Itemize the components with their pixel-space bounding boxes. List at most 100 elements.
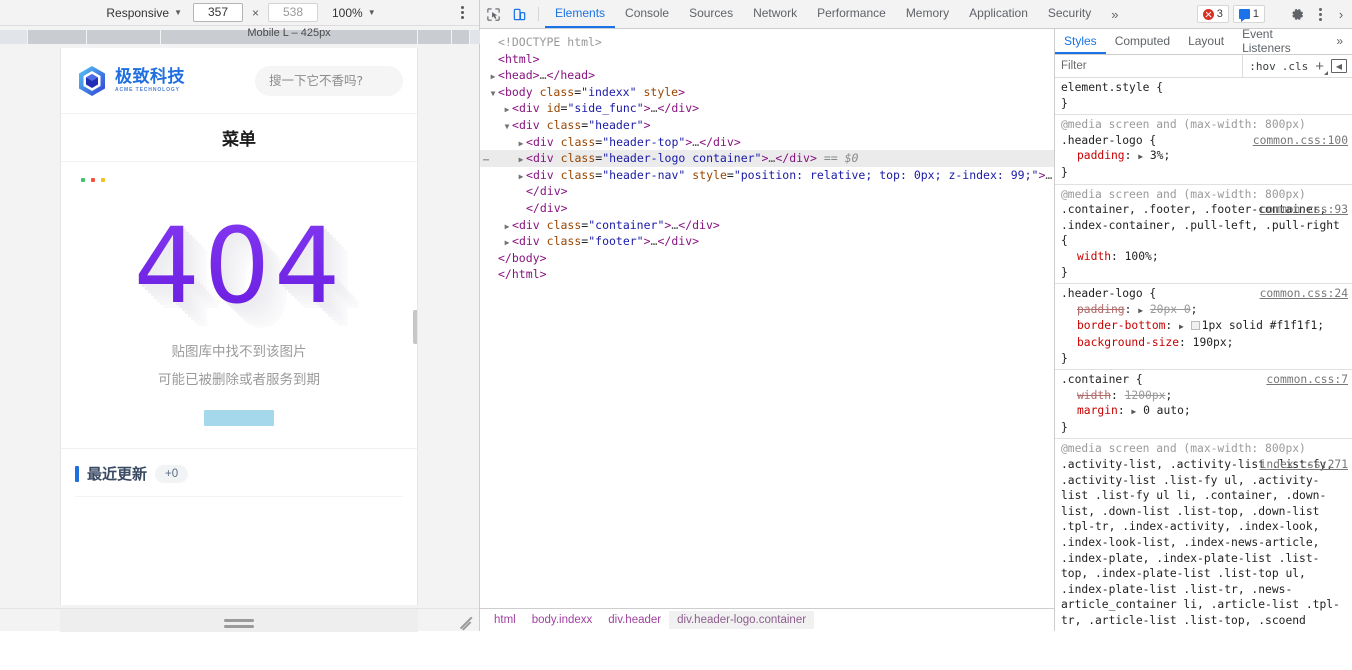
media-query-active-label[interactable]: Mobile L – 425px (161, 26, 417, 40)
css-rule[interactable]: @media screen and (max-width: 800px).act… (1055, 439, 1352, 631)
media-query-bar[interactable] (87, 30, 160, 44)
breadcrumb-item[interactable]: html (486, 611, 524, 629)
css-property[interactable]: padding (1077, 149, 1125, 162)
css-property[interactable]: width (1077, 250, 1111, 263)
dom-node[interactable]: ▶<div class="container">…</div> (480, 217, 1054, 234)
css-selector[interactable]: element.style { (1061, 81, 1163, 94)
more-tabs-button[interactable]: » (1101, 0, 1128, 28)
breadcrumb-item[interactable]: div.header-logo.container (669, 611, 814, 629)
dom-node[interactable]: ▶<div class="header-nav" style="position… (480, 167, 1054, 184)
styles-sidebar-tabs[interactable]: StylesComputedLayoutEvent Listeners» (1055, 29, 1352, 55)
dom-node[interactable]: </html> (480, 266, 1054, 283)
kebab-menu-icon[interactable] (1312, 8, 1328, 21)
toggle-pseudo-classes-button[interactable]: :hov (1249, 60, 1276, 73)
css-declaration[interactable]: width: 100%; (1055, 249, 1352, 265)
error-action-button[interactable] (204, 410, 274, 426)
css-rule[interactable]: @media screen and (max-width: 800px).hea… (1055, 115, 1352, 184)
viewport-height-input[interactable]: 538 (268, 3, 318, 22)
css-rule[interactable]: @media screen and (max-width: 800px).con… (1055, 185, 1352, 285)
css-declaration[interactable]: width: 1200px; (1055, 388, 1352, 404)
expand-shorthand-icon[interactable]: ▶ (1179, 322, 1184, 331)
dom-node[interactable]: </body> (480, 250, 1054, 267)
css-value[interactable]: 20px 0 (1150, 303, 1191, 316)
css-selector[interactable]: .activity-list, .activity-list .list-fy,… (1061, 458, 1340, 631)
media-query-bar[interactable] (418, 30, 451, 44)
styles-filter-input[interactable] (1055, 55, 1243, 77)
styles-tab-styles[interactable]: Styles (1055, 29, 1106, 54)
css-declaration[interactable]: background-size: 190px; (1055, 335, 1352, 351)
viewport-corner-resize-handle[interactable] (459, 613, 473, 627)
css-declaration[interactable]: margin: ▶ 0 auto; (1055, 403, 1352, 420)
device-preset-select[interactable]: Responsive ▼ (103, 5, 185, 21)
breadcrumb-item[interactable]: div.header (600, 611, 669, 629)
tab-console[interactable]: Console (615, 0, 679, 28)
css-rules-list[interactable]: element.style {}@media screen and (max-w… (1055, 78, 1352, 631)
css-value[interactable]: 0 auto (1143, 404, 1184, 417)
zoom-select[interactable]: 100% ▼ (332, 6, 376, 20)
expand-shorthand-icon[interactable]: ▶ (1131, 407, 1136, 416)
computed-sidebar-toggle-icon[interactable]: ◀ (1331, 59, 1347, 73)
tab-sources[interactable]: Sources (679, 0, 743, 28)
new-style-rule-button[interactable]: + (1314, 59, 1325, 74)
dom-node[interactable]: </div> (480, 183, 1054, 200)
dom-node[interactable]: <html> (480, 51, 1054, 68)
dom-node[interactable]: ▼<div class="header"> (480, 117, 1054, 134)
css-value[interactable]: 3% (1150, 149, 1164, 162)
css-origin-link[interactable]: common.css:93 (1260, 202, 1348, 218)
site-logo[interactable]: 极致科技 ACME TECHNOLOGY (75, 64, 185, 98)
emulated-page[interactable]: 极致科技 ACME TECHNOLOGY 菜单 4 (60, 48, 418, 605)
toggle-element-classes-button[interactable]: .cls (1282, 60, 1309, 73)
styles-more-tabs-button[interactable]: » (1327, 29, 1352, 54)
message-count-badge[interactable]: 1 (1233, 5, 1265, 23)
dom-tree[interactable]: <!DOCTYPE html><html>▶<head>…</head>▼<bo… (480, 29, 1054, 608)
color-swatch[interactable] (1191, 321, 1200, 330)
media-query-bar[interactable] (452, 30, 469, 44)
gear-icon[interactable] (1286, 7, 1308, 22)
device-toolbar-more-button[interactable] (455, 5, 469, 21)
css-rule[interactable]: .header-logo {common.css:24padding: ▶ 20… (1055, 284, 1352, 370)
css-rule[interactable]: element.style {} (1055, 78, 1352, 115)
dom-node[interactable]: ▶<div class="header-top">…</div> (480, 134, 1054, 151)
dom-node[interactable]: ▶<div class="footer">…</div> (480, 233, 1054, 250)
devtools-tabs[interactable]: ElementsConsoleSourcesNetworkPerformance… (545, 0, 1101, 28)
tab-network[interactable]: Network (743, 0, 807, 28)
site-search-box[interactable] (255, 66, 403, 96)
media-query-bar[interactable] (0, 30, 27, 44)
css-value[interactable]: 1px solid #f1f1f1 (1202, 319, 1318, 332)
css-origin-link[interactable]: common.css:100 (1253, 133, 1348, 149)
tab-application[interactable]: Application (959, 0, 1038, 28)
styles-tab-computed[interactable]: Computed (1106, 29, 1179, 54)
css-property[interactable]: padding (1077, 303, 1125, 316)
css-property[interactable]: border-bottom (1077, 319, 1165, 332)
breadcrumb-item[interactable]: body.indexx (524, 611, 601, 629)
breadcrumb[interactable]: htmlbody.indexxdiv.headerdiv.header-logo… (480, 608, 1054, 631)
css-value[interactable]: 100% (1125, 250, 1152, 263)
dom-node[interactable]: ▼<body class="indexx" style> (480, 84, 1054, 101)
expand-shorthand-icon[interactable]: ▶ (1138, 306, 1143, 315)
viewport-width-input[interactable]: 357 (193, 3, 243, 22)
styles-tab-event-listeners[interactable]: Event Listeners (1233, 29, 1327, 54)
tab-memory[interactable]: Memory (896, 0, 959, 28)
dom-node-selected[interactable]: ⋯▶<div class="header-logo container">…</… (480, 150, 1054, 167)
dom-node[interactable]: </div> (480, 200, 1054, 217)
css-declaration[interactable]: padding: ▶ 3%; (1055, 148, 1352, 165)
dom-node[interactable]: <!DOCTYPE html> (480, 34, 1054, 51)
error-count-badge[interactable]: 3 (1197, 5, 1229, 23)
css-selector[interactable]: .container { (1061, 373, 1143, 386)
css-declaration[interactable]: border-bottom: ▶ 1px solid #f1f1f1; (1055, 318, 1352, 335)
close-devtools-icon[interactable]: › (1332, 7, 1350, 22)
inspect-element-icon[interactable] (480, 0, 506, 28)
css-property[interactable]: background-size (1077, 336, 1179, 349)
css-property[interactable]: width (1077, 389, 1111, 402)
viewport-height-resize-handle[interactable] (60, 609, 418, 632)
tab-security[interactable]: Security (1038, 0, 1101, 28)
css-rule[interactable]: .container { common.css:7width: 1200px;ma… (1055, 370, 1352, 439)
dom-node[interactable]: ▶<div id="side_func">…</div> (480, 100, 1054, 117)
css-origin-link[interactable]: index.css:271 (1260, 457, 1348, 473)
css-origin-link[interactable]: common.css:7 (1266, 372, 1348, 388)
expand-shorthand-icon[interactable]: ▶ (1138, 152, 1143, 161)
css-value[interactable]: 190px (1193, 336, 1227, 349)
css-property[interactable]: margin (1077, 404, 1118, 417)
dom-node[interactable]: ▶<head>…</head> (480, 67, 1054, 84)
styles-tab-layout[interactable]: Layout (1179, 29, 1233, 54)
